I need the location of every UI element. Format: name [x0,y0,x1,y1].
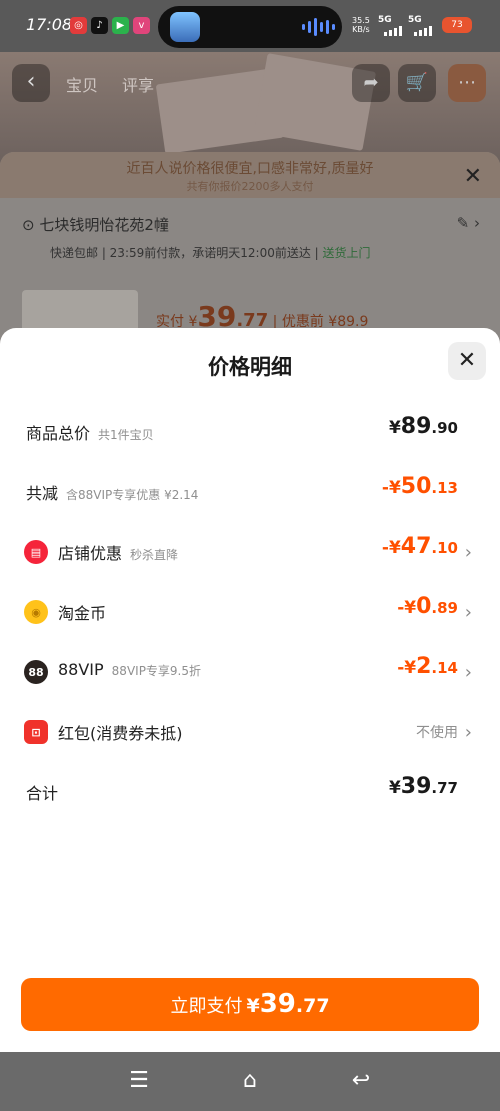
sim1-label: 5G [378,15,392,25]
row-label: 88VIP 88VIP专享9.5折 [58,660,202,679]
status-app-icons: ◎ ♪ ▶ v [70,17,150,34]
red-packet-icon: ⊡ [24,720,48,744]
navigation-bar: ☰ ⌂ ↩ [0,1052,500,1111]
row-label: 红包(消费券未抵) [58,724,183,743]
sim2-label: 5G [408,15,422,25]
red-packet-value: 不使用 [416,725,458,741]
signal-icon [384,26,402,36]
back-button[interactable]: ‹ [12,64,50,102]
item-total-value: ¥89.90 [388,414,458,439]
sheet-title: 价格明细 [208,355,292,379]
gold-coin-value: -¥0.89 [397,594,458,619]
tab-review[interactable]: 评享 [122,72,154,96]
row-label: 淘金币 [58,604,107,623]
close-icon[interactable]: ✕ [464,164,482,189]
vip88-icon: 88 [24,660,48,684]
cart-icon[interactable]: 🛒 [398,64,436,102]
media-thumbnail [170,12,200,42]
close-icon: ✕ [457,348,477,373]
sum-value: ¥39.77 [388,774,458,799]
chevron-right-icon: › [464,662,472,683]
battery-icon: 73 [442,17,472,33]
price-detail-sheet: 价格明细 ✕ 商品总价 共1件宝贝 ¥89.90 共减 含88VIP专享优惠 ¥2.… [0,328,500,1052]
row-gold-coin[interactable]: ◉ 淘金币 -¥0.89 › [0,592,500,632]
video-app-icon: ▶ [112,17,129,34]
row-label: 共减 含88VIP专享优惠 ¥2.14 [26,484,199,503]
vip-discount-value: -¥2.14 [397,654,458,679]
shipping-info: 快递包邮 | 23:59前付款，承诺明天12:00前送达 | 送货上门 [50,246,371,260]
shop-coupon-icon: ▤ [24,540,48,564]
row-shop-discount[interactable]: ▤ 店铺优惠 秒杀直降 -¥47.10 › [0,532,500,572]
chevron-right-icon: › [464,602,472,623]
close-button[interactable]: ✕ [448,342,486,380]
row-sum: 合计 ¥39.77 [0,772,500,812]
total-discount-value: -¥50.13 [381,474,458,499]
back-icon[interactable]: ↩ [346,1066,376,1096]
edit-icon[interactable]: ✎ › [457,214,480,232]
more-icon[interactable]: ⋯ [448,64,486,102]
audio-wave-icon [302,18,335,36]
row-label: 店铺优惠 秒杀直降 [58,544,179,563]
menu-icon[interactable]: ☰ [124,1066,154,1096]
share-icon[interactable]: ➦ [352,64,390,102]
review-banner: 近百人说价格很便宜,口感非常好,质量好 共有你报价2200多人支付 [0,152,500,198]
signal-icon [414,26,432,36]
vivo-app-icon: v [133,17,150,34]
row-label: 商品总价 共1件宝贝 [26,424,154,443]
status-time: 17:08 [26,15,73,34]
address-text[interactable]: ⊙ 七块钱明怡花苑2幢 [22,214,169,235]
row-total-discount: 共减 含88VIP专享优惠 ¥2.14 -¥50.13 [0,472,500,512]
chevron-right-icon: › [464,722,472,743]
status-bar: 17:08 ◎ ♪ ▶ v 35.5 KB/s 5G 5G 73 [0,0,500,52]
row-label: 合计 [26,784,59,803]
netease-music-icon: ◎ [70,17,87,34]
row-item-total: 商品总价 共1件宝贝 ¥89.90 [0,412,500,452]
home-icon[interactable]: ⌂ [235,1066,265,1096]
tab-item[interactable]: 宝贝 [66,72,98,96]
shop-discount-value: -¥47.10 [381,534,458,559]
pay-now-button[interactable]: 立即支付 ¥39.77 [21,978,479,1031]
row-88vip[interactable]: 88 88VIP 88VIP专享9.5折 -¥2.14 › [0,652,500,692]
gold-coin-icon: ◉ [24,600,48,624]
network-speed: 35.5 KB/s [352,16,370,34]
chevron-right-icon: › [464,542,472,563]
row-red-packet[interactable]: ⊡ 红包(消费券未抵) 不使用 › [0,712,500,752]
dynamic-island[interactable] [158,6,342,48]
tiktok-icon: ♪ [91,17,108,34]
